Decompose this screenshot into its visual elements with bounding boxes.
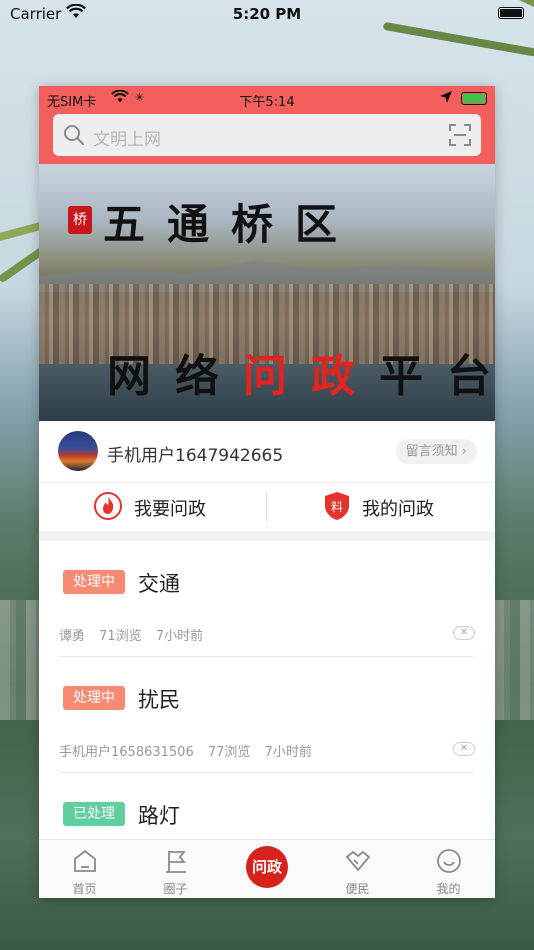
- status-time: 下午5:14: [239, 95, 295, 110]
- banner-title-char: 络: [175, 351, 219, 402]
- ask-question-button[interactable]: 我要问政: [93, 483, 233, 531]
- tab-mine[interactable]: 我的: [403, 840, 494, 898]
- tab-label: 便民: [345, 882, 370, 896]
- divider: [266, 492, 267, 522]
- banner-title-char: 政: [311, 351, 355, 402]
- section-gap: [39, 531, 495, 541]
- search-bar[interactable]: 文明上网: [53, 114, 481, 156]
- tab-circle[interactable]: 圈子: [130, 840, 221, 898]
- item-title: 路灯: [138, 804, 180, 828]
- close-icon[interactable]: ✕: [453, 742, 475, 756]
- flag-icon: [163, 848, 189, 874]
- ask-question-label: 我要问政: [134, 499, 206, 520]
- wenzheng-logo: 问政: [246, 846, 288, 888]
- handshake-icon: [345, 848, 371, 874]
- location-arrow-icon: [439, 90, 453, 108]
- close-icon[interactable]: ✕: [453, 626, 475, 640]
- banner-title-char: 问: [243, 351, 287, 402]
- device-status-bar: Carrier 5:20 PM: [0, 0, 534, 28]
- tab-label: 我的: [436, 882, 461, 896]
- banner-title-char: 台: [447, 351, 491, 402]
- item-meta: 谭勇 71浏览 7小时前: [59, 625, 213, 644]
- avatar[interactable]: [58, 431, 98, 471]
- home-icon: [72, 848, 98, 874]
- my-questions-label: 我的问政: [362, 499, 434, 520]
- item-views: 71浏览: [99, 629, 142, 644]
- chevron-right-icon: ›: [461, 444, 467, 459]
- banner-title-char: 网: [107, 351, 151, 402]
- list-item[interactable]: 处理中 扰民 手机用户1658631506 77浏览 7小时前 ✕: [39, 657, 495, 773]
- item-time: 7小时前: [155, 629, 204, 644]
- item-time: 7小时前: [264, 745, 312, 760]
- list-item[interactable]: 已处理 路灯: [39, 773, 495, 839]
- action-row: 我要问政 料 我的问政: [39, 483, 495, 531]
- status-time: 5:20 PM: [232, 5, 302, 23]
- item-meta: 手机用户1658631506 77浏览 7小时前: [59, 741, 322, 760]
- app-screenshot: 无SIM卡 ✳ 下午5:14 文明上网 桥 五通桥区 网络问政平台 手机用户16…: [39, 86, 495, 898]
- item-author: 谭勇: [59, 629, 86, 644]
- notice-button[interactable]: 留言须知 ›: [395, 439, 477, 464]
- banner-title-line1: 五通桥区: [103, 200, 360, 249]
- search-icon: [63, 124, 85, 150]
- item-views: 77浏览: [207, 745, 251, 760]
- banner-image[interactable]: 桥 五通桥区 网络问政平台: [39, 164, 495, 421]
- scan-icon[interactable]: [449, 124, 471, 150]
- tab-label: 圈子: [163, 882, 188, 896]
- shield-icon: 料: [323, 491, 351, 525]
- item-author: 手机用户1658631506: [59, 745, 194, 760]
- my-questions-button[interactable]: 料 我的问政: [323, 483, 463, 531]
- item-title: 扰民: [138, 688, 180, 712]
- tab-services[interactable]: 便民: [312, 840, 403, 898]
- tab-wenzheng[interactable]: 问政: [221, 840, 312, 898]
- list-item[interactable]: 处理中 交通 谭勇 71浏览 7小时前 ✕: [39, 541, 495, 657]
- fire-icon: [93, 491, 123, 525]
- username: 手机用户1647942665: [107, 446, 284, 466]
- palm-frond-decoration: [382, 21, 534, 68]
- banner-seal: 桥: [68, 206, 92, 234]
- smile-icon: [436, 848, 462, 874]
- app-status-bar: 无SIM卡 ✳ 下午5:14: [39, 86, 495, 112]
- status-badge: 已处理: [63, 802, 125, 826]
- item-title: 交通: [138, 572, 180, 596]
- tab-label: 首页: [72, 882, 97, 896]
- search-placeholder: 文明上网: [93, 130, 161, 150]
- tab-bar: 首页 圈子 问政 便民 我的: [39, 839, 495, 898]
- tab-home[interactable]: 首页: [39, 840, 130, 898]
- notice-label: 留言须知: [405, 444, 458, 459]
- battery-icon: [461, 92, 487, 105]
- app-header: 无SIM卡 ✳ 下午5:14 文明上网: [39, 86, 495, 164]
- banner-title-char: 平: [379, 351, 423, 402]
- svg-text:料: 料: [331, 500, 343, 514]
- battery-icon: [498, 7, 524, 19]
- user-info-row: 手机用户1647942665 留言须知 ›: [39, 421, 495, 483]
- status-badge: 处理中: [63, 570, 125, 594]
- question-list: 处理中 交通 谭勇 71浏览 7小时前 ✕ 处理中 扰民 手机用户1658631…: [39, 541, 495, 839]
- status-badge: 处理中: [63, 686, 125, 710]
